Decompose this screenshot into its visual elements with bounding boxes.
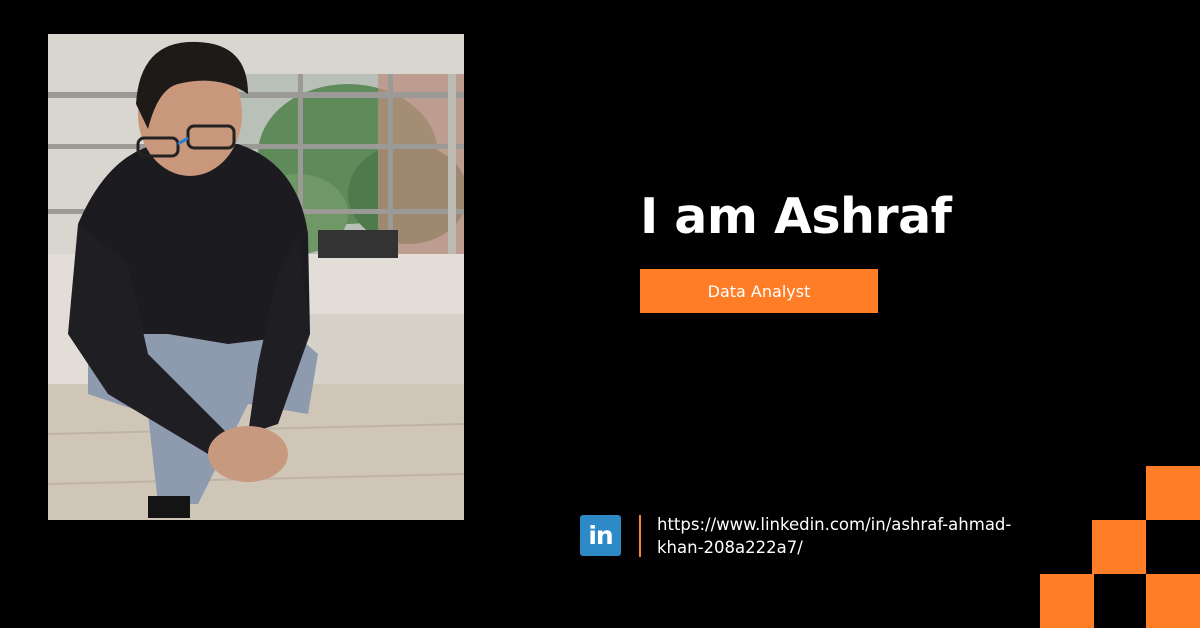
headline: I am Ashraf (640, 188, 952, 245)
decorative-square (1146, 466, 1200, 520)
decorative-square (1092, 520, 1146, 574)
profile-photo (48, 34, 464, 520)
divider (639, 515, 641, 557)
linkedin-link[interactable]: https://www.linkedin.com/in/ashraf-ahmad… (657, 513, 1037, 559)
decorative-square (1040, 574, 1094, 628)
linkedin-icon[interactable]: in (580, 515, 621, 556)
role-badge: Data Analyst (640, 269, 878, 313)
decorative-square (1146, 574, 1200, 628)
